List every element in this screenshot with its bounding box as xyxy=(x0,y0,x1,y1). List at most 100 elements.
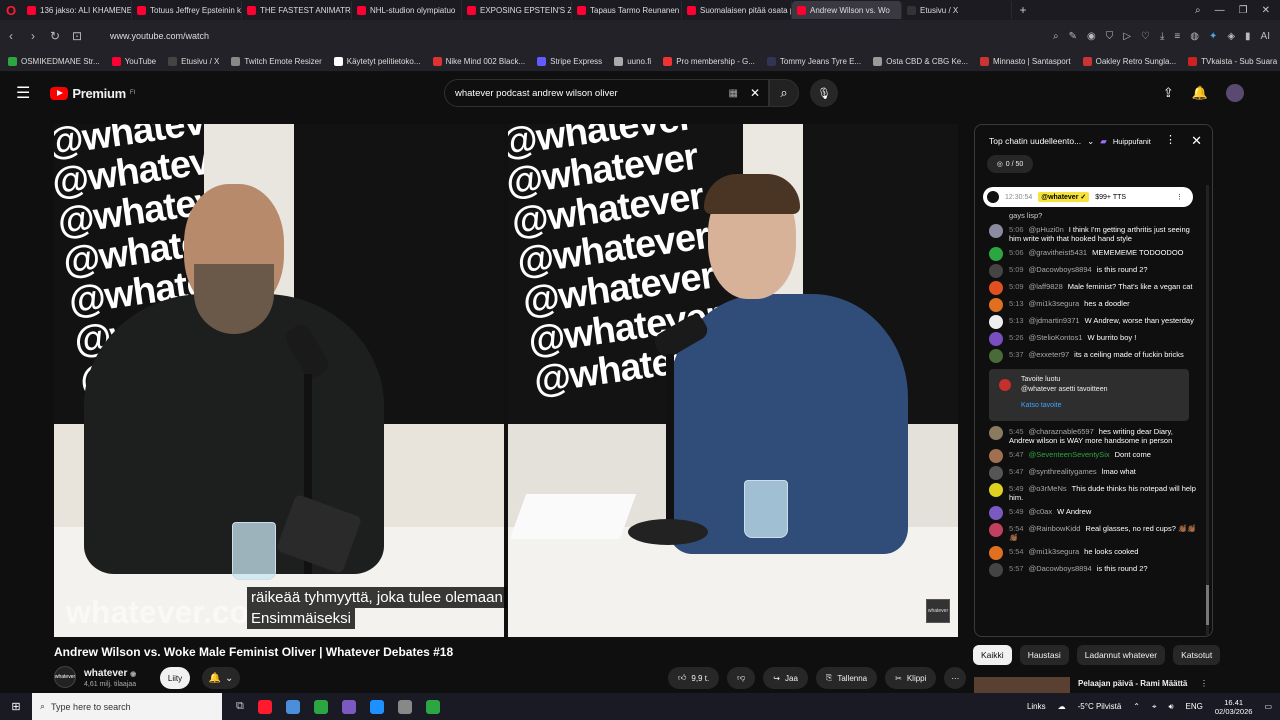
message-author[interactable]: @gravitheist5431 xyxy=(1029,248,1087,257)
chat-mode-selector[interactable]: Top chatin uudelleento... xyxy=(989,136,1081,146)
sidebar-icon[interactable]: ▮ xyxy=(1245,31,1251,42)
hamburger-menu-icon[interactable]: ☰ xyxy=(16,83,30,103)
zoom-icon[interactable]: ⌕ xyxy=(1053,31,1059,42)
camera-icon[interactable]: ◉ xyxy=(1087,31,1096,42)
chat-avatar[interactable] xyxy=(989,505,1003,520)
bookmark-item[interactable]: Käytetyt pelitietoko... xyxy=(333,57,421,66)
volume-icon[interactable]: 🔊︎ xyxy=(1169,702,1174,712)
keyboard-icon[interactable]: ▦ xyxy=(729,88,738,99)
chat-message[interactable]: 5:54 @RainbowKidd Real glasses, no red cup… xyxy=(975,522,1203,545)
chat-avatar[interactable] xyxy=(989,562,1003,577)
windows-start-icon[interactable]: ⊞ xyxy=(0,700,32,713)
browser-tab[interactable]: Etusivu / X xyxy=(902,1,1012,19)
close-window-icon[interactable]: ✕ xyxy=(1262,5,1270,16)
filter-chip[interactable]: Ladannut whatever xyxy=(1076,645,1166,665)
chat-message[interactable]: 5:06 @pHuzi0n I think I'm getting arthriti… xyxy=(975,223,1203,246)
close-chat-icon[interactable]: ✕ xyxy=(1191,133,1202,149)
browser-tab[interactable]: NHL-studion olympiatuo xyxy=(352,1,462,19)
tray-chevron-icon[interactable]: ⌃ xyxy=(1133,702,1140,711)
chat-avatar[interactable] xyxy=(989,448,1003,463)
message-author[interactable]: @synthrealitygames xyxy=(1029,467,1097,476)
url-field[interactable]: www.youtube.com/watch xyxy=(100,25,1000,47)
dislike-button[interactable]: 👎︎ xyxy=(727,667,756,689)
taskbar-app-icon[interactable] xyxy=(257,699,272,714)
maximize-icon[interactable]: ❐ xyxy=(1239,5,1248,16)
taskbar-app-icon[interactable] xyxy=(425,699,440,714)
bookmark-item[interactable]: Nike Mind 002 Black... xyxy=(432,57,525,66)
search-tabs-icon[interactable]: ⌕ xyxy=(1195,5,1201,16)
browser-tab[interactable]: THE FASTEST ANIMATRONI xyxy=(242,1,352,19)
shield-icon[interactable]: ⛉ xyxy=(1106,31,1114,42)
chat-avatar[interactable] xyxy=(989,246,1003,261)
pinned-menu-icon[interactable]: ⋮ xyxy=(1176,193,1183,201)
voice-search-button[interactable]: 🎙 xyxy=(810,79,838,107)
reload-icon[interactable]: ↻ xyxy=(44,29,66,43)
chat-message[interactable]: 5:09 @laff9828 Male feminist? That's like … xyxy=(975,280,1203,297)
like-button[interactable]: 👍︎ 9,9 t. xyxy=(668,667,720,689)
bookmark-item[interactable]: Pro membership - G... xyxy=(663,57,755,66)
subscribed-bell-button[interactable]: 🔔 ⌄ xyxy=(202,667,240,689)
chat-message[interactable]: 5:09 @Dacowboys8894 is this round 2? xyxy=(975,263,1203,280)
join-button[interactable]: Liity xyxy=(160,667,190,689)
message-author[interactable]: @pHuzi0n xyxy=(1029,225,1064,234)
chat-avatar[interactable] xyxy=(989,331,1003,346)
message-author[interactable]: @laff9828 xyxy=(1029,282,1063,291)
chat-message[interactable]: 5:54 @mi1k3segura he looks cooked xyxy=(975,545,1203,562)
weather-icon[interactable]: ☁ xyxy=(1058,702,1066,711)
scroll-thumb[interactable] xyxy=(1206,585,1209,625)
opera-logo-icon[interactable]: O xyxy=(0,0,22,20)
bookmark-item[interactable]: Minnasto | Santasport xyxy=(979,57,1071,66)
pinned-message[interactable]: 12:30:54 @whatever ✓ $99+ TTS ⋮ xyxy=(983,187,1193,207)
chat-avatar[interactable] xyxy=(989,348,1003,363)
taskbar-app-icon[interactable] xyxy=(397,699,412,714)
new-tab-icon[interactable]: + xyxy=(1012,3,1034,17)
chat-message[interactable]: 5:37 @exxeter97 its a ceiling made of fuck… xyxy=(975,348,1203,365)
message-author[interactable]: @c0ax xyxy=(1029,507,1052,516)
recommended-menu-icon[interactable]: ⋮ xyxy=(1200,679,1208,688)
bookmark-item[interactable]: Oakley Retro Sungla... xyxy=(1082,57,1176,66)
clear-search-icon[interactable]: ✕ xyxy=(750,86,760,100)
weather-text[interactable]: -5°C Pilvistä xyxy=(1078,702,1122,711)
edit-icon[interactable]: ✎ xyxy=(1069,31,1077,42)
browser-tab[interactable]: Tapaus Tarmo Reunanen ja xyxy=(572,1,682,19)
bookmark-item[interactable]: Stripe Express xyxy=(537,57,602,66)
clip-button[interactable]: ✂ Klippi xyxy=(885,667,937,689)
download-icon[interactable]: ⤓ xyxy=(1160,31,1164,42)
channel-name[interactable]: whatever ◉ xyxy=(84,668,136,679)
message-author[interactable]: @jdmartin9371 xyxy=(1029,316,1080,325)
taskbar-search[interactable]: ⌕ Type here to search xyxy=(32,693,222,720)
top-supporters-label[interactable]: Huippufanit xyxy=(1113,137,1151,146)
chevron-down-icon[interactable]: ⌄ xyxy=(1087,136,1094,147)
chat-avatar[interactable] xyxy=(989,297,1003,312)
account-avatar[interactable] xyxy=(1226,84,1244,102)
message-author[interactable]: @mi1k3segura xyxy=(1029,547,1080,556)
chat-message[interactable]: 5:13 @jdmartin9371 W Andrew, worse than ye… xyxy=(975,314,1203,331)
filter-chip[interactable]: Haustasi xyxy=(1019,645,1069,665)
message-author[interactable]: @o3rMeNs xyxy=(1029,484,1067,493)
chat-message[interactable]: 5:47 @SeventeenSeventySix Dont come xyxy=(975,448,1203,465)
links-toolbar[interactable]: Links xyxy=(1027,702,1046,711)
taskbar-app-icon[interactable] xyxy=(341,699,356,714)
lock-icon[interactable]: ⊡ xyxy=(66,29,88,43)
bookmark-item[interactable]: uuno.fi xyxy=(614,57,651,66)
message-author[interactable]: @SeventeenSeventySix xyxy=(1029,450,1110,459)
message-author[interactable]: @Dacowboys8894 xyxy=(1029,564,1092,573)
bookmark-item[interactable]: Etusivu / X xyxy=(168,57,219,66)
message-author[interactable]: @StelioKontos1 xyxy=(1029,333,1083,342)
filter-chip[interactable]: Katsotut xyxy=(1173,645,1221,665)
channel-avatar[interactable]: whatever xyxy=(54,666,76,688)
message-author[interactable]: @Dacowboys8894 xyxy=(1029,265,1092,274)
extension-icon[interactable]: ✦ xyxy=(1209,31,1217,42)
bookmark-item[interactable]: TVkaista - Sub Suara xyxy=(1188,57,1277,66)
bookmark-item[interactable]: OSMIKEDMANE Str... xyxy=(8,57,100,66)
chat-message[interactable]: 5:47 @synthrealitygames lmao what xyxy=(975,465,1203,482)
chat-message[interactable]: 5:49 @o3rMeNs This dude thinks his notepad… xyxy=(975,482,1203,505)
search-input[interactable]: whatever podcast andrew wilson oliver ▦ … xyxy=(444,79,769,107)
chat-avatar[interactable] xyxy=(989,425,1003,440)
back-icon[interactable]: ‹ xyxy=(0,29,22,43)
profile-icon[interactable]: ◍ xyxy=(1190,31,1199,42)
chat-message[interactable]: 5:26 @StelioKontos1 W burrito boy ! xyxy=(975,331,1203,348)
browser-tab[interactable]: Suomalaisen pitää osata p xyxy=(682,1,792,19)
chat-message[interactable]: 5:49 @c0ax W Andrew xyxy=(975,505,1203,522)
recommended-video[interactable]: Pelaajan päivä - Rami Määttä ⋮ xyxy=(974,675,1214,695)
